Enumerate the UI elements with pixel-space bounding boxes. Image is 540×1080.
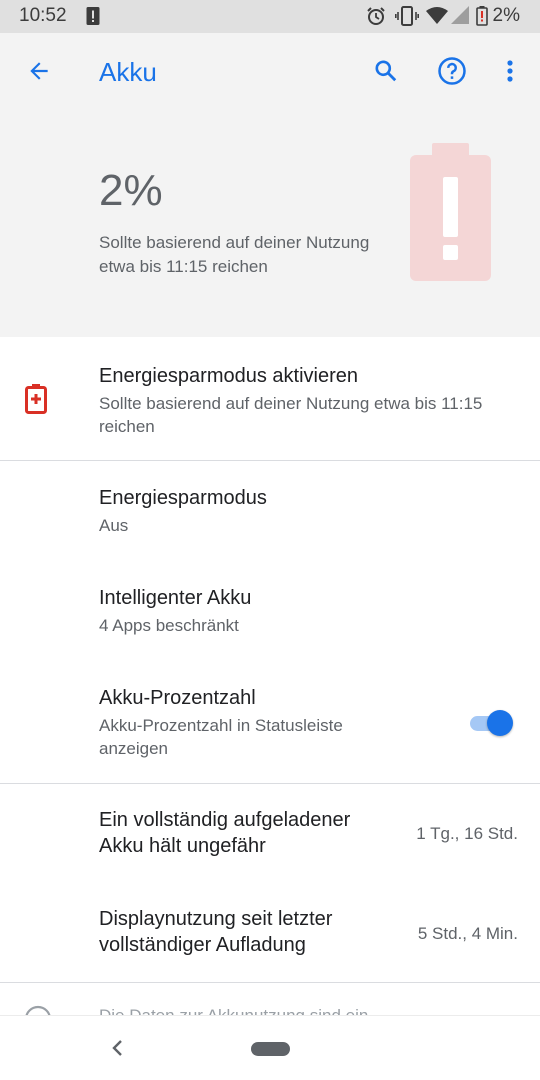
- usage-title: Displaynutzung seit letzter vollständige…: [99, 908, 333, 956]
- page-title: Akku: [99, 57, 157, 87]
- battery-percentage-switch[interactable]: [468, 708, 514, 738]
- setting-title: Energiesparmodus: [99, 487, 267, 509]
- battery-saver-setting[interactable]: Energiesparmodus Aus: [0, 461, 540, 561]
- back-button[interactable]: [17, 51, 61, 95]
- help-icon: [437, 56, 467, 91]
- battery-estimate: Sollte basierend auf deiner Nutzung etwa…: [99, 233, 370, 276]
- more-options-button[interactable]: [488, 51, 532, 95]
- battery-saver-suggestion[interactable]: Energiesparmodus aktivieren Sollte basie…: [0, 337, 540, 460]
- status-bar: 10:52 2%: [0, 0, 540, 33]
- search-button[interactable]: [364, 51, 408, 95]
- back-arrow-icon: [26, 58, 52, 89]
- setting-summary: Akku-Prozentzahl in Statusleiste anzeige…: [99, 716, 343, 758]
- battery-header: 2% Sollte basierend auf deiner Nutzung e…: [0, 111, 540, 337]
- setting-title: Akku-Prozentzahl: [99, 687, 256, 709]
- help-button[interactable]: [430, 51, 474, 95]
- setting-summary: Aus: [99, 516, 129, 535]
- more-vert-icon: [506, 59, 514, 88]
- usage-info-footer: Die Daten zur Akkunutzung sind ein: [0, 990, 540, 1018]
- search-icon: [373, 58, 399, 89]
- divider: [0, 982, 540, 983]
- status-battery-percent: 2%: [492, 5, 520, 26]
- battery-alert-icon: [410, 143, 491, 286]
- adaptive-battery-setting[interactable]: Intelligenter Akku 4 Apps beschränkt: [0, 561, 540, 661]
- alert-icon: [86, 6, 100, 31]
- vibrate-icon: [395, 6, 419, 31]
- battery-icon: [476, 6, 488, 31]
- screen-usage-row: Displaynutzung seit letzter vollständige…: [0, 884, 540, 982]
- usage-value: 5 Std., 4 Min.: [417, 924, 518, 943]
- alarm-icon: [366, 6, 386, 31]
- signal-icon: [451, 6, 469, 29]
- usage-title: Ein vollständig aufgeladener Akku hält u…: [99, 809, 351, 857]
- full-charge-duration-row: Ein vollständig aufgeladener Akku hält u…: [0, 784, 540, 884]
- battery-percentage-setting[interactable]: Akku-Prozentzahl Akku-Prozentzahl in Sta…: [0, 661, 540, 783]
- nav-home-pill[interactable]: [251, 1042, 290, 1056]
- switch-thumb: [487, 710, 513, 736]
- nav-back-icon[interactable]: [108, 1036, 128, 1065]
- app-bar: Akku: [0, 33, 540, 111]
- setting-title: Intelligenter Akku: [99, 587, 252, 609]
- suggestion-title: Energiesparmodus aktivieren: [99, 365, 359, 387]
- setting-summary: 4 Apps beschränkt: [99, 616, 239, 635]
- suggestion-summary: Sollte basierend auf deiner Nutzung etwa…: [99, 394, 483, 436]
- status-time: 10:52: [19, 5, 67, 26]
- battery-alert-small-icon: [25, 384, 47, 419]
- usage-value: 1 Tg., 16 Std.: [416, 824, 518, 843]
- navigation-bar: [0, 1015, 540, 1080]
- wifi-icon: [426, 6, 448, 29]
- battery-level: 2%: [99, 166, 163, 215]
